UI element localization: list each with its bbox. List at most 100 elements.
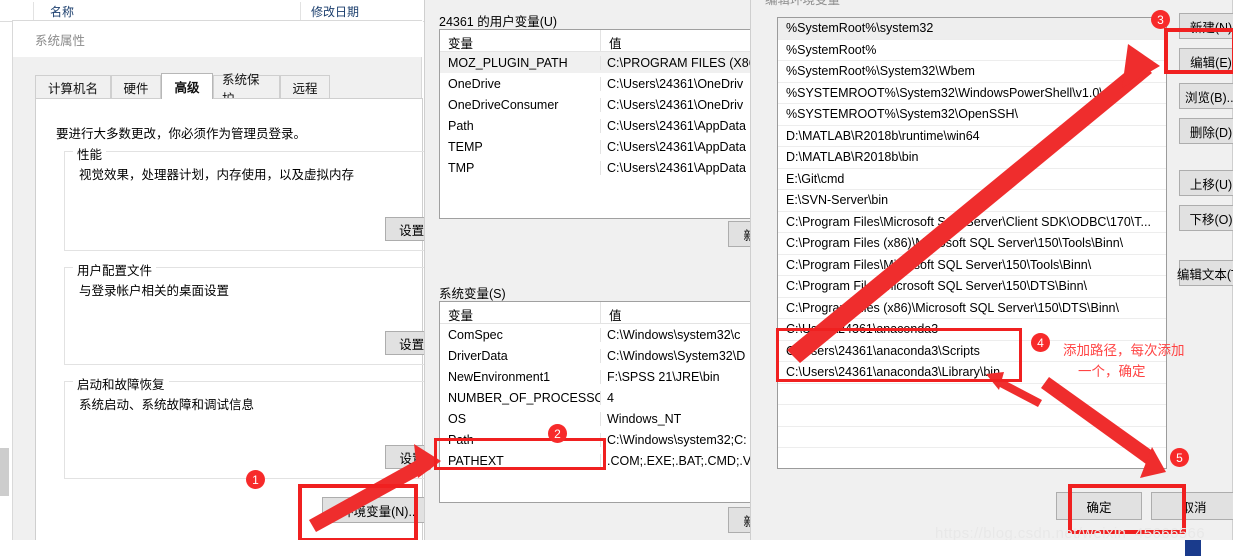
taskbar-accent bbox=[1185, 540, 1201, 556]
path-entry-row[interactable]: D:\MATLAB\R2018b\runtime\win64 bbox=[778, 126, 1166, 147]
system-var-row[interactable]: PATHEXT .COM;.EXE;.BAT;.CMD;.V bbox=[440, 450, 763, 471]
screen-root: 名称 修改日期 系统属性 计算机名 硬件 高级 系统保护 远程 要进行大多数更改… bbox=[0, 0, 1233, 556]
explorer-scrollbar[interactable] bbox=[0, 448, 9, 496]
step-badge-2: 2 bbox=[548, 424, 567, 443]
startup-recovery-group-desc: 系统启动、系统故障和调试信息 bbox=[79, 398, 255, 412]
performance-group: 性能 视觉效果，处理器计划，内存使用，以及虚拟内存 设置(S) bbox=[64, 144, 464, 251]
system-variables-list[interactable]: 变量 值 ComSpec C:\Windows\system32\c DriverD… bbox=[439, 301, 764, 503]
path-entry-row[interactable]: %SystemRoot%\system32 bbox=[778, 18, 1166, 40]
user-var-name: OneDriveConsumer bbox=[448, 97, 559, 112]
path-entry-row[interactable]: %SystemRoot%\System32\Wbem bbox=[778, 61, 1166, 83]
path-entry-row[interactable]: C:\Program Files\Microsoft SQL Server\Cl… bbox=[778, 212, 1166, 233]
column-header-date[interactable]: 修改日期 bbox=[311, 3, 359, 20]
path-entry-row[interactable] bbox=[778, 405, 1166, 427]
tab-hardware[interactable]: 硬件 bbox=[111, 75, 161, 99]
startup-recovery-group: 启动和故障恢复 系统启动、系统故障和调试信息 设置(T) bbox=[64, 374, 464, 479]
path-entries-list[interactable]: %SystemRoot%\system32 %SystemRoot% %System… bbox=[777, 17, 1167, 469]
annotation-note-line2: 一个，确定 bbox=[1078, 364, 1146, 379]
cancel-button[interactable]: 取消 bbox=[1151, 492, 1233, 520]
user-var-row[interactable]: OneDrive C:\Users\24361\OneDriv bbox=[440, 73, 763, 94]
system-var-name: OS bbox=[448, 411, 467, 426]
ok-button[interactable]: 确定 bbox=[1056, 492, 1142, 520]
user-var-name: TEMP bbox=[448, 139, 483, 154]
system-var-row[interactable]: NUMBER_OF_PROCESSORS4 bbox=[440, 387, 763, 408]
edit-dialog-title: 编辑环境变量 bbox=[765, 0, 841, 7]
user-var-row[interactable]: TEMP C:\Users\24361\AppData bbox=[440, 136, 763, 157]
environment-variables-dialog: 24361 的用户变量(U) 变量 值 MOZ_PLUGIN_PATH C:\PR… bbox=[424, 0, 784, 556]
tab-system-protection[interactable]: 系统保护 bbox=[213, 73, 280, 106]
user-col-variable: 变量 bbox=[448, 37, 474, 51]
path-delete-button[interactable]: 删除(D) bbox=[1179, 118, 1233, 144]
user-variables-header: 变量 值 bbox=[440, 30, 763, 52]
system-var-value: Windows_NT bbox=[600, 411, 763, 426]
path-entry-row[interactable]: %SYSTEMROOT%\System32\WindowsPowerShell\… bbox=[778, 83, 1166, 104]
path-edit-text-button[interactable]: 编辑文本(T)... bbox=[1177, 260, 1233, 286]
user-var-value: C:\Users\24361\AppData bbox=[600, 118, 763, 133]
user-var-value: C:\Users\24361\OneDriv bbox=[600, 97, 763, 112]
path-entry-row[interactable] bbox=[778, 427, 1166, 448]
user-var-row[interactable]: Path C:\Users\24361\AppData bbox=[440, 115, 763, 136]
admin-notice-text: 要进行大多数更改，你必须作为管理员登录。 bbox=[56, 127, 307, 141]
user-variables-label: 24361 的用户变量(U) bbox=[439, 15, 558, 29]
system-var-name: ComSpec bbox=[448, 327, 503, 342]
path-entry-row[interactable]: %SYSTEMROOT%\System32\OpenSSH\ bbox=[778, 104, 1166, 126]
user-profiles-group-legend: 用户配置文件 bbox=[73, 260, 157, 279]
column-divider bbox=[33, 2, 34, 20]
path-entry-row[interactable]: E:\Git\cmd bbox=[778, 169, 1166, 190]
path-entry-row[interactable] bbox=[778, 384, 1166, 405]
user-var-value: C:\Users\24361\OneDriv bbox=[600, 76, 763, 91]
system-var-name: DriverData bbox=[448, 348, 508, 363]
system-var-row[interactable]: OS Windows_NT bbox=[440, 408, 763, 429]
system-var-name: Path bbox=[448, 432, 474, 447]
performance-group-legend: 性能 bbox=[73, 144, 107, 163]
column-header-name[interactable]: 名称 bbox=[50, 3, 74, 20]
user-var-name: Path bbox=[448, 118, 474, 133]
path-browse-button[interactable]: 浏览(B)... bbox=[1179, 83, 1233, 109]
system-var-value: F:\SPSS 21\JRE\bin bbox=[600, 369, 763, 384]
path-edit-button[interactable]: 编辑(E) bbox=[1179, 48, 1233, 74]
path-new-button[interactable]: 新建(N) bbox=[1179, 13, 1233, 39]
user-var-name: OneDrive bbox=[448, 76, 501, 91]
system-var-value: C:\Windows\system32;C: bbox=[600, 432, 763, 447]
path-move-up-button[interactable]: 上移(U) bbox=[1179, 170, 1233, 196]
system-var-row[interactable]: ComSpec C:\Windows\system32\c bbox=[440, 324, 763, 345]
user-variables-rows: MOZ_PLUGIN_PATH C:\PROGRAM FILES (X86 OneD… bbox=[440, 52, 763, 178]
tab-computer-name[interactable]: 计算机名 bbox=[35, 75, 111, 99]
system-var-value: C:\Windows\System32\D bbox=[600, 348, 763, 363]
system-var-row[interactable]: NewEnvironment1 F:\SPSS 21\JRE\bin bbox=[440, 366, 763, 387]
tab-remote[interactable]: 远程 bbox=[280, 75, 330, 99]
system-var-name: NUMBER_OF_PROCESSORS bbox=[448, 390, 600, 405]
path-move-down-button[interactable]: 下移(O) bbox=[1179, 205, 1233, 231]
system-properties-title: 系统属性 bbox=[35, 34, 86, 48]
system-variables-rows: ComSpec C:\Windows\system32\c DriverData C:… bbox=[440, 324, 763, 471]
environment-variables-button[interactable]: 环境变量(N)... bbox=[322, 497, 438, 523]
user-profiles-group: 用户配置文件 与登录帐户相关的桌面设置 设置(E) bbox=[64, 260, 464, 365]
system-var-row[interactable]: Path C:\Windows\system32;C: bbox=[440, 429, 763, 450]
step-badge-4: 4 bbox=[1031, 333, 1050, 352]
path-entry-row[interactable]: C:\Program Files (x86)\Microsoft SQL Ser… bbox=[778, 233, 1166, 255]
edit-environment-variable-dialog: 编辑环境变量 %SystemRoot%\system32 %SystemRoot%… bbox=[750, 0, 1233, 556]
user-var-value: C:\Users\24361\AppData bbox=[600, 160, 763, 175]
system-var-value: C:\Windows\system32\c bbox=[600, 327, 763, 342]
user-var-row[interactable]: MOZ_PLUGIN_PATH C:\PROGRAM FILES (X86 bbox=[440, 52, 763, 73]
user-var-row[interactable]: OneDriveConsumer C:\Users\24361\OneDriv bbox=[440, 94, 763, 115]
system-col-value: 值 bbox=[600, 302, 763, 323]
path-entry-row[interactable]: E:\SVN-Server\bin bbox=[778, 190, 1166, 212]
user-var-value: C:\PROGRAM FILES (X86 bbox=[600, 55, 763, 70]
path-entry-row[interactable]: %SystemRoot% bbox=[778, 40, 1166, 61]
system-var-row[interactable]: DriverData C:\Windows\System32\D bbox=[440, 345, 763, 366]
system-properties-dialog: 系统属性 计算机名 硬件 高级 系统保护 远程 要进行大多数更改，你必须作为管理… bbox=[12, 20, 464, 556]
user-variables-list[interactable]: 变量 值 MOZ_PLUGIN_PATH C:\PROGRAM FILES (X8… bbox=[439, 29, 764, 219]
user-var-row[interactable]: TMP C:\Users\24361\AppData bbox=[440, 157, 763, 178]
annotation-note-line1: 添加路径，每次添加 bbox=[1063, 343, 1185, 358]
column-divider bbox=[300, 2, 301, 20]
tab-advanced[interactable]: 高级 bbox=[161, 73, 213, 99]
system-var-name: PATHEXT bbox=[448, 453, 504, 468]
path-entry-row[interactable]: C:\Program Files\Microsoft SQL Server\15… bbox=[778, 276, 1166, 298]
path-entry-row[interactable]: D:\MATLAB\R2018b\bin bbox=[778, 147, 1166, 169]
path-entry-row[interactable]: C:\Program Files (x86)\Microsoft SQL Ser… bbox=[778, 298, 1166, 319]
user-var-name: TMP bbox=[448, 160, 475, 175]
path-entry-row[interactable]: C:\Program Files\Microsoft SQL Server\15… bbox=[778, 255, 1166, 276]
path-entry-row[interactable]: C:\Users\24361\anaconda3 bbox=[778, 319, 1166, 341]
system-variables-label: 系统变量(S) bbox=[439, 287, 506, 301]
